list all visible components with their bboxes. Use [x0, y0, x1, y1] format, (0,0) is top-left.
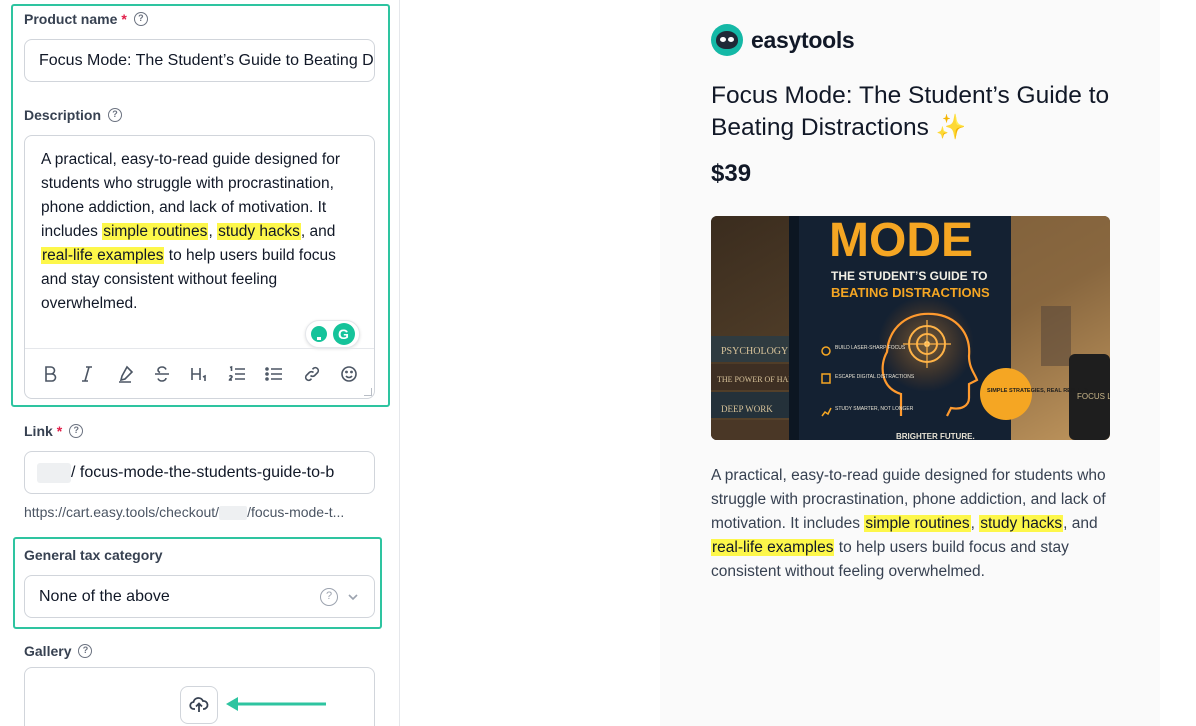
highlighter-icon[interactable] — [113, 362, 137, 386]
product-price: $39 — [711, 160, 752, 187]
required-asterisk: * — [56, 423, 63, 439]
product-form-panel: Product name * ? Focus Mode: The Student… — [0, 0, 400, 726]
spine-text: DEEP WORK — [721, 404, 773, 414]
spine-text: PSYCHOLOGY — [721, 346, 788, 357]
cover-title: MODE — [829, 216, 973, 267]
book-cover-illustration: PSYCHOLOGY THE POWER OF HABIT DEEP WORK … — [711, 216, 1110, 440]
emoji-icon[interactable] — [337, 362, 361, 386]
cover-bullet: BUILD LASER-SHARP FOCUS — [835, 345, 906, 351]
description-text[interactable]: A practical, easy-to-read guide designed… — [41, 148, 361, 316]
strikethrough-icon[interactable] — [150, 362, 174, 386]
page-margin — [1160, 0, 1196, 726]
resize-handle[interactable] — [364, 388, 372, 396]
bold-icon[interactable] — [38, 362, 62, 386]
cover-bullet: STUDY SMARTER, NOT LONGER — [835, 406, 914, 412]
checkout-preview: easytools Focus Mode: The Student’s Guid… — [660, 0, 1160, 726]
grammarly-icon[interactable]: G — [332, 323, 355, 345]
cover-badge: SIMPLE STRATEGIES, REAL RESULTS — [987, 388, 1089, 394]
spine-text: THE POWER OF HABIT — [717, 375, 801, 384]
bullet-list-icon[interactable] — [262, 362, 286, 386]
link-url-hint: https://cart.easy.tools/checkout//focus-… — [24, 504, 345, 521]
product-name-input[interactable]: Focus Mode: The Student’s Guide to Beati… — [24, 39, 375, 82]
chevron-down-icon — [348, 593, 358, 600]
help-icon[interactable]: ? — [320, 587, 338, 606]
help-icon[interactable]: ? — [69, 424, 84, 438]
help-icon[interactable]: ? — [108, 108, 123, 122]
help-icon[interactable]: ? — [78, 644, 93, 658]
sparkles-icon: ✨ — [935, 114, 967, 141]
cover-subtitle: BEATING DISTRACTIONS — [831, 285, 990, 300]
canvas-gap — [400, 0, 660, 726]
cover-footer: BRIGHTER FUTURE. — [896, 432, 975, 440]
ordered-list-icon[interactable] — [225, 362, 249, 386]
gallery-label: Gallery ? — [24, 643, 93, 659]
heading-icon[interactable] — [187, 362, 211, 386]
redacted-username — [219, 506, 248, 521]
help-icon[interactable]: ? — [133, 12, 148, 26]
grammarly-widget[interactable]: G — [305, 320, 360, 348]
sloth-logo-icon — [711, 24, 743, 56]
link-slug-input[interactable]: / focus-mode-the-students-guide-to-b — [24, 451, 375, 494]
highlight-simple-routines: simple routines — [864, 515, 971, 532]
highlight-study-hacks: study hacks — [217, 223, 301, 240]
required-asterisk: * — [121, 11, 127, 27]
italic-icon[interactable] — [75, 362, 99, 386]
link-label: Link * ? — [24, 423, 84, 439]
product-name-label: Product name * ? — [24, 11, 148, 27]
brand-header: easytools — [711, 24, 855, 56]
product-title: Focus Mode: The Student’s Guide to Beati… — [711, 82, 1110, 141]
redacted-username — [37, 462, 71, 483]
brand-name: easytools — [751, 26, 855, 53]
highlight-real-life-examples: real-life examples — [41, 247, 165, 264]
editor-toolbar — [25, 348, 374, 398]
description-editor[interactable]: A practical, easy-to-read guide designed… — [24, 135, 375, 399]
tax-category-select[interactable]: None of the above ? — [24, 575, 375, 618]
lightbulb-icon[interactable] — [310, 326, 327, 342]
upload-cloud-icon — [189, 697, 209, 712]
cover-bullet: ESCAPE DIGITAL DISTRACTIONS — [835, 374, 915, 380]
highlight-study-hacks: study hacks — [979, 515, 1064, 532]
tax-category-label: General tax category — [24, 547, 163, 563]
highlight-real-life-examples: real-life examples — [711, 539, 835, 556]
highlight-simple-routines: simple routines — [102, 223, 209, 240]
link-icon[interactable] — [300, 362, 324, 386]
description-label: Description ? — [24, 107, 123, 123]
cover-subtitle: THE STUDENT’S GUIDE TO — [831, 269, 987, 283]
product-cover-image[interactable]: PSYCHOLOGY THE POWER OF HABIT DEEP WORK … — [711, 216, 1110, 440]
upload-button[interactable] — [180, 686, 218, 724]
annotation-arrow-icon — [226, 697, 326, 711]
product-description: A practical, easy-to-read guide designed… — [711, 467, 1106, 580]
